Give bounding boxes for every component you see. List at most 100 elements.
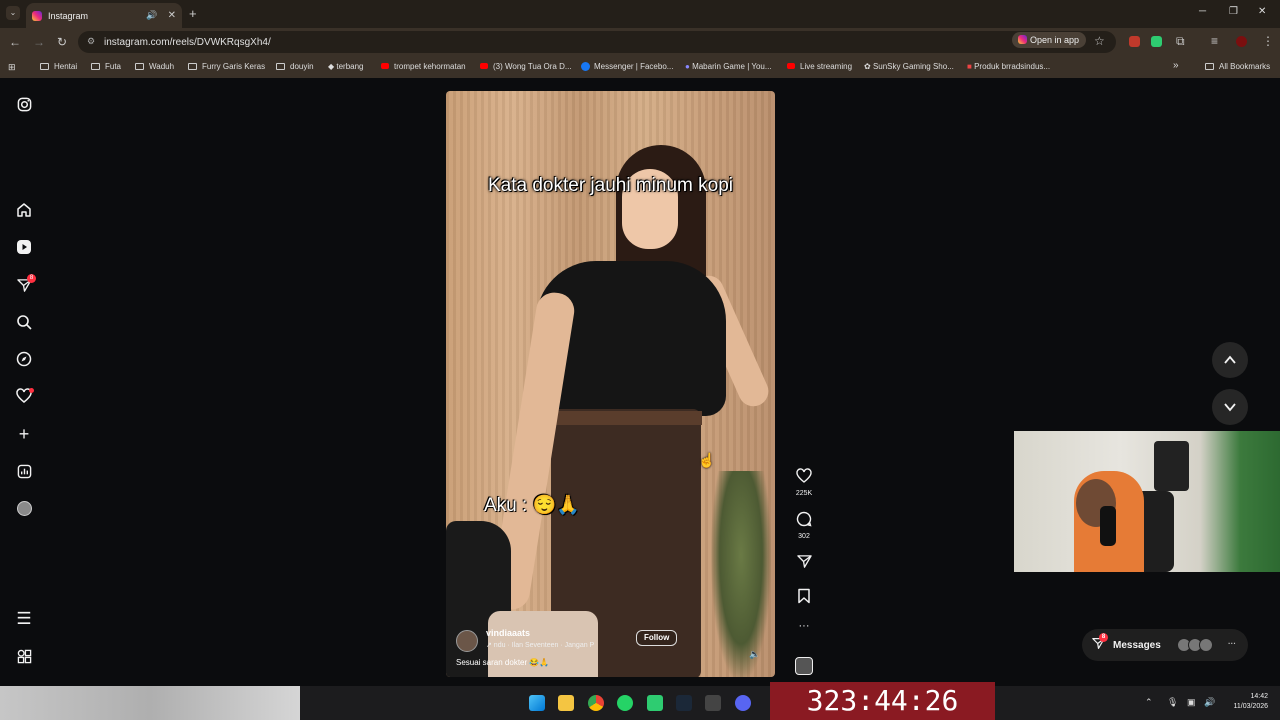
bookmark-item[interactable]: Hentai xyxy=(40,62,77,71)
close-window-button[interactable]: ✕ xyxy=(1258,6,1266,17)
stream-timer: 323:44:26 xyxy=(770,682,995,720)
comment-button[interactable]: 302 xyxy=(783,511,825,540)
extension-icon[interactable] xyxy=(1151,36,1162,47)
home-icon[interactable] xyxy=(16,202,32,218)
message-avatars xyxy=(1177,638,1213,652)
bookmark-item[interactable]: ◆ terbang xyxy=(328,62,364,71)
tab-title: Instagram xyxy=(48,10,89,21)
author-username[interactable]: vindiaaats xyxy=(486,628,530,638)
audio-credit[interactable]: ↗ ndu · Ilan Seventeen · Jangan P xyxy=(486,641,594,649)
app-icon[interactable] xyxy=(647,695,663,711)
extensions-puzzle-icon[interactable]: ⧉ xyxy=(1176,34,1185,49)
discord-icon[interactable] xyxy=(735,695,751,711)
messages-button[interactable]: 8 Messages ··· xyxy=(1082,629,1248,661)
browser-tabstrip: ⌄ Instagram 🔊 ✕ + ─ ❐ ✕ xyxy=(0,0,1280,28)
chrome-menu-icon[interactable]: ⋮ xyxy=(1262,34,1274,48)
facebook-icon xyxy=(581,62,590,71)
tray-overflow-icon[interactable]: ⌃ xyxy=(1145,697,1153,708)
audio-thumbnail[interactable] xyxy=(795,657,813,675)
address-bar-row: ← → ↻ ⚙ instagram.com/reels/DVWKRqsgXh4/… xyxy=(0,28,1280,56)
bookmark-item[interactable]: douyin xyxy=(276,62,314,71)
bookmark-item[interactable]: Messenger | Facebo... xyxy=(581,62,673,71)
menu-icon[interactable]: ☰ xyxy=(16,609,32,628)
chrome-icon[interactable] xyxy=(588,695,604,711)
like-count: 225K xyxy=(795,490,813,497)
all-bookmarks-button[interactable]: All Bookmarks xyxy=(1205,62,1270,71)
reload-icon[interactable]: ↻ xyxy=(57,35,67,49)
bookmark-item[interactable]: Furry Garis Keras xyxy=(188,62,265,71)
comment-icon xyxy=(783,511,825,531)
clock-date: 11/03/2026 xyxy=(1233,703,1268,710)
bookmark-item[interactable]: Waduh xyxy=(135,62,174,71)
bookmark-item[interactable]: ✿ SunSky Gaming Sho... xyxy=(864,62,954,71)
avatar-icon[interactable] xyxy=(16,500,32,516)
speaker-icon[interactable]: 🔈 xyxy=(749,649,760,660)
youtube-icon xyxy=(787,63,795,69)
next-reel-button[interactable] xyxy=(1212,389,1248,425)
messages-badge: 8 xyxy=(1099,633,1108,642)
youtube-icon xyxy=(381,63,389,69)
apps-grid-icon[interactable]: ⊞ xyxy=(8,62,16,73)
tab-list-button[interactable]: ⌄ xyxy=(6,6,20,20)
reels-icon[interactable] xyxy=(16,239,32,255)
heart-icon xyxy=(783,468,825,488)
follow-button[interactable]: Follow xyxy=(636,630,678,646)
search-icon[interactable] xyxy=(16,314,32,330)
page-icon: ✿ xyxy=(864,62,873,71)
more-options-button[interactable]: ··· xyxy=(783,620,825,632)
bookmarks-overflow-button[interactable]: » xyxy=(1173,60,1179,71)
reel-video[interactable]: Kata dokter jauhi minum kopi Aku : 😌🙏 vi… xyxy=(446,91,775,677)
grid-icon[interactable] xyxy=(16,648,32,664)
bookmark-icon xyxy=(783,588,825,608)
send-icon: 8 xyxy=(1092,633,1108,653)
extension-icon[interactable] xyxy=(1129,36,1140,47)
bookmark-item[interactable]: Live streaming xyxy=(787,62,852,71)
chart-icon[interactable] xyxy=(16,463,32,479)
bookmark-item[interactable]: (3) Wong Tua Ora D... xyxy=(480,62,572,71)
webcam-overlay xyxy=(1014,431,1280,572)
bookmark-star-icon[interactable]: ☆ xyxy=(1094,34,1105,48)
previous-reel-button[interactable] xyxy=(1212,342,1248,378)
back-icon[interactable]: ← xyxy=(9,35,21,49)
restore-button[interactable]: ❐ xyxy=(1229,6,1238,17)
folder-icon xyxy=(135,63,144,70)
like-button[interactable]: 225K xyxy=(783,468,825,497)
share-button[interactable] xyxy=(783,554,825,573)
url-text[interactable]: instagram.com/reels/DVWKRqsgXh4/ xyxy=(104,37,271,48)
whatsapp-icon[interactable] xyxy=(617,695,633,711)
mic-icon[interactable]: 🎙 xyxy=(1167,697,1178,708)
volume-icon[interactable]: 🔊 xyxy=(1204,697,1215,708)
tab-close-icon[interactable]: ✕ xyxy=(168,10,176,21)
system-clock[interactable]: 14:42 11/03/2026 xyxy=(1222,692,1268,712)
save-button[interactable] xyxy=(783,588,825,608)
network-icon[interactable]: ▣ xyxy=(1187,697,1196,708)
instagram-page: 8 + ☰ Kata dokter jauhi minum kopi Aku:… xyxy=(0,78,1280,686)
new-tab-button[interactable]: + xyxy=(189,6,197,21)
app-icon[interactable] xyxy=(705,695,721,711)
author-avatar[interactable] xyxy=(456,630,478,652)
bookmark-item[interactable]: ● Mabarin Game | You... xyxy=(685,62,772,71)
bookmark-item[interactable]: ■ Produk brradsindus... xyxy=(967,62,1050,71)
instagram-icon[interactable] xyxy=(16,96,32,112)
reel-caption-top: Kata dokter jauhi minum kopi xyxy=(487,175,733,196)
file-explorer-icon[interactable] xyxy=(558,695,574,711)
tab-instagram[interactable]: Instagram 🔊 ✕ xyxy=(26,3,182,28)
plant xyxy=(711,471,771,677)
start-icon[interactable] xyxy=(529,695,545,711)
media-control-icon[interactable]: ≡ xyxy=(1211,34,1218,48)
steam-icon[interactable] xyxy=(676,695,692,711)
open-in-app-button[interactable]: Open in app xyxy=(1012,32,1087,48)
plus-icon[interactable]: + xyxy=(16,424,32,444)
bookmarks-bar: ⊞ Hentai Futa Waduh Furry Garis Keras do… xyxy=(0,56,1280,78)
forward-icon[interactable]: → xyxy=(33,35,45,49)
bookmark-item[interactable]: Futa xyxy=(91,62,121,71)
site-info-icon[interactable]: ⚙ xyxy=(87,36,95,47)
folder-icon xyxy=(188,63,197,70)
bookmark-item[interactable]: trompet kehormatan xyxy=(381,62,466,71)
profile-avatar-icon[interactable] xyxy=(1236,36,1247,47)
address-bar[interactable]: ⚙ instagram.com/reels/DVWKRqsgXh4/ xyxy=(78,31,1116,53)
compass-icon[interactable] xyxy=(16,351,32,367)
tab-audio-icon[interactable]: 🔊 xyxy=(146,10,157,21)
minimize-button[interactable]: ─ xyxy=(1199,6,1206,17)
page-icon: ● xyxy=(685,62,693,71)
